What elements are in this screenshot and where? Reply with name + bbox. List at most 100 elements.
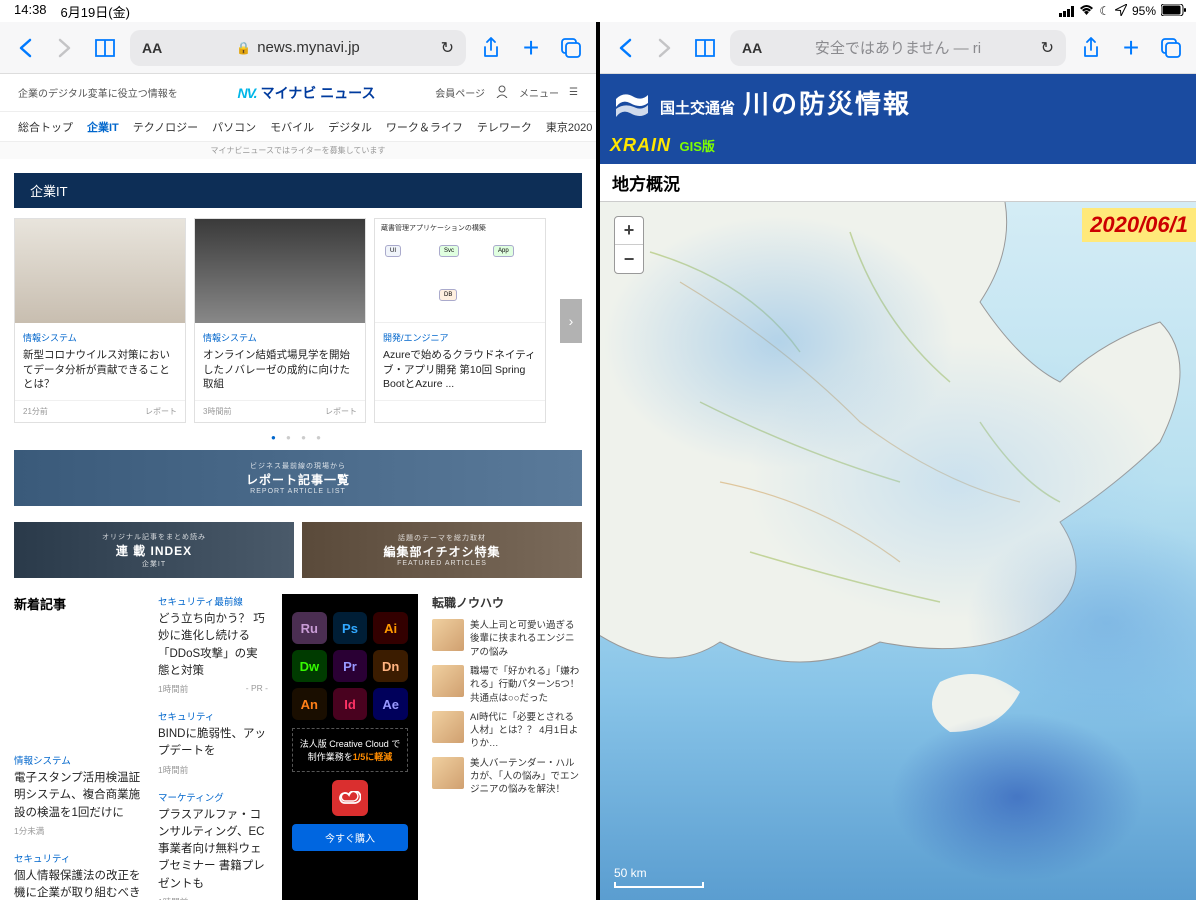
tabs-button[interactable] bbox=[556, 33, 586, 63]
app-icon-ai: Ai bbox=[373, 612, 408, 644]
back-button[interactable] bbox=[610, 33, 640, 63]
logo-mark: NV. bbox=[238, 85, 257, 101]
logo-text: マイナビ ニュース bbox=[261, 83, 376, 103]
sidebar-article[interactable]: 職場で「好かれる」「嫌われる」行動パターン5つ！ 共通点は○○だった bbox=[432, 665, 582, 705]
article-item[interactable]: 情報システム電子スタンプ活用検温証明システム、複合商業施設の検温を1回だけに1分… bbox=[14, 753, 144, 837]
tab-モバイル[interactable]: モバイル bbox=[270, 119, 314, 135]
carousel-next-button[interactable]: › bbox=[560, 299, 582, 343]
sidebar-header: 転職ノウハウ bbox=[432, 594, 582, 611]
zoom-controls: + − bbox=[614, 216, 644, 274]
user-icon[interactable] bbox=[495, 84, 509, 101]
tab-デジタル[interactable]: デジタル bbox=[328, 119, 372, 135]
status-date: 6月19日(金) bbox=[61, 2, 130, 21]
app-icon-ae: Ae bbox=[373, 688, 408, 720]
menu-link[interactable]: メニュー bbox=[519, 85, 559, 100]
featured-card[interactable]: 蔵書管理アプリケーションの構築UISvcAppDB開発/エンジニアAzureで始… bbox=[374, 218, 546, 423]
weather-map[interactable]: + − 2020/06/1 50 km bbox=[600, 202, 1196, 900]
reload-button[interactable]: ↻ bbox=[1041, 38, 1054, 58]
bookmarks-button[interactable] bbox=[690, 33, 720, 63]
tab-テクノロジー[interactable]: テクノロジー bbox=[133, 119, 198, 135]
share-button[interactable] bbox=[476, 33, 506, 63]
recruit-note: マイナビニュースではライターを募集しています bbox=[0, 142, 596, 159]
section-header: 企業IT bbox=[14, 173, 582, 208]
article-item[interactable]: マーケティングプラスアルファ・コンサルティング、EC事業者向け無料ウェブセミナー… bbox=[158, 790, 268, 900]
app-icon-id: Id bbox=[333, 688, 368, 720]
ministry-label: 国土交通省 bbox=[660, 97, 735, 118]
app-icon-dw: Dw bbox=[292, 650, 327, 682]
wave-icon bbox=[614, 85, 650, 121]
promo-featured[interactable]: 話題のテーマを総力取材 編集部イチオシ特集 FEATURED ARTICLES bbox=[302, 522, 582, 578]
app-icon-pr: Pr bbox=[333, 650, 368, 682]
url-text: 安全ではありません — ri bbox=[815, 37, 981, 58]
wifi-icon bbox=[1079, 4, 1094, 18]
tab-テレワーク[interactable]: テレワーク bbox=[477, 119, 532, 135]
tab-企業IT[interactable]: 企業IT bbox=[87, 119, 119, 135]
address-bar[interactable]: AA 🔒 news.mynavi.jp ↻ bbox=[130, 30, 466, 66]
rain-overlay bbox=[600, 202, 1196, 900]
tab-総合トップ[interactable]: 総合トップ bbox=[18, 119, 73, 135]
left-pane: AA 🔒 news.mynavi.jp ↻ + 企業のデジタル変革に役立つ情報を… bbox=[0, 22, 600, 900]
article-item[interactable]: セキュリティBINDに脆弱性、アップデートを1時間前 bbox=[158, 709, 268, 776]
forward-button[interactable] bbox=[650, 33, 680, 63]
bookmarks-button[interactable] bbox=[90, 33, 120, 63]
site-header: 企業のデジタル変革に役立つ情報を NV. マイナビ ニュース 会員ページ メニュ… bbox=[0, 74, 596, 112]
carousel-dots[interactable]: ● ● ● ● bbox=[0, 433, 596, 442]
forward-button[interactable] bbox=[50, 33, 80, 63]
tab-パソコン[interactable]: パソコン bbox=[212, 119, 256, 135]
back-button[interactable] bbox=[10, 33, 40, 63]
app-icon-dn: Dn bbox=[373, 650, 408, 682]
new-tab-button[interactable]: + bbox=[516, 33, 546, 63]
url-text: news.mynavi.jp bbox=[257, 39, 360, 56]
sidebar-article[interactable]: 美人上司と可愛い過ぎる後輩に挟まれるエンジニアの悩み bbox=[432, 619, 582, 659]
hamburger-icon[interactable]: ☰ bbox=[569, 87, 578, 98]
reader-button[interactable]: AA bbox=[742, 40, 762, 56]
featured-card[interactable]: 情報システム新型コロナウイルス対策においてデータ分析が貢献できることとは？21分… bbox=[14, 218, 186, 423]
battery-icon bbox=[1161, 4, 1186, 19]
ad-cta-button[interactable]: 今すぐ購入 bbox=[292, 824, 408, 851]
site-tagline: 企業のデジタル変革に役立つ情報を bbox=[18, 85, 178, 100]
site-title: 川の防災情報 bbox=[743, 84, 911, 121]
lock-icon: 🔒 bbox=[236, 41, 251, 55]
app-icon-an: An bbox=[292, 688, 327, 720]
new-articles-header: 新着記事 bbox=[14, 594, 144, 613]
sidebar-article[interactable]: 美人バーテンダー・ハルカが、「人の悩み」でエンジニアの悩みを解決！ bbox=[432, 757, 582, 797]
tabs-button[interactable] bbox=[1156, 33, 1186, 63]
tab-東京2020[interactable]: 東京2020 bbox=[546, 119, 592, 135]
region-header: 地方概況 bbox=[600, 164, 1196, 202]
river-header: 国土交通省 川の防災情報 bbox=[600, 74, 1196, 131]
member-link[interactable]: 会員ページ bbox=[435, 85, 485, 100]
promo-index[interactable]: オリジナル記事をまとめ読み 連 載 INDEX 企業IT bbox=[14, 522, 294, 578]
zoom-in-button[interactable]: + bbox=[615, 217, 643, 245]
ad-copy: 法人版 Creative Cloud で 制作業務を1/5に軽減 bbox=[292, 728, 408, 772]
reload-button[interactable]: ↻ bbox=[441, 38, 454, 58]
article-item[interactable]: セキュリティ最前線どう立ち向かう？ 巧妙に進化し続ける「DDoS攻撃」の実態と対… bbox=[158, 594, 268, 695]
app-icon-ps: Ps bbox=[333, 612, 368, 644]
status-bar: 14:38 6月19日(金) ☾ 95% bbox=[0, 0, 1200, 22]
adobe-ad[interactable]: RuPsAi DwPrDn AnIdAe 法人版 Creative Cloud で … bbox=[282, 594, 418, 900]
gis-label: GIS版 bbox=[679, 139, 714, 154]
cellular-icon bbox=[1059, 6, 1074, 17]
safari-toolbar-left: AA 🔒 news.mynavi.jp ↻ + bbox=[0, 22, 596, 74]
sidebar-article[interactable]: AI時代に「必要とされる人材」とは？？ 4月1日よりか… bbox=[432, 711, 582, 751]
zoom-out-button[interactable]: − bbox=[615, 245, 643, 273]
moon-icon: ☾ bbox=[1099, 4, 1110, 18]
map-timestamp: 2020/06/1 bbox=[1082, 208, 1196, 242]
site-logo[interactable]: NV. マイナビ ニュース bbox=[238, 83, 376, 103]
status-time: 14:38 bbox=[14, 2, 47, 21]
scale-bar: 50 km bbox=[614, 866, 704, 888]
featured-carousel: 情報システム新型コロナウイルス対策においてデータ分析が貢献できることとは？21分… bbox=[0, 208, 596, 433]
safari-toolbar-right: AA 安全ではありません — ri ↻ + bbox=[600, 22, 1196, 74]
article-item[interactable]: セキュリティ個人情報保護法の改正を機に企業が取り組むべきこと14分前 bbox=[14, 851, 144, 900]
share-button[interactable] bbox=[1076, 33, 1106, 63]
battery-percent: 95% bbox=[1132, 4, 1156, 18]
featured-card[interactable]: 情報システムオンライン結婚式場見学を開始したノバレーゼの成約に向けた取組3時間前… bbox=[194, 218, 366, 423]
app-icon-ru: Ru bbox=[292, 612, 327, 644]
reader-button[interactable]: AA bbox=[142, 40, 162, 56]
new-tab-button[interactable]: + bbox=[1116, 33, 1146, 63]
right-pane: AA 安全ではありません — ri ↻ + 国土交通省 川の防災情報 bbox=[600, 22, 1196, 900]
xrain-label: XRAIN bbox=[610, 135, 671, 155]
tab-ワーク＆ライフ[interactable]: ワーク＆ライフ bbox=[386, 119, 463, 135]
promo-reports[interactable]: ビジネス最前線の現場から レポート記事一覧 REPORT ARTICLE LIS… bbox=[14, 450, 582, 506]
address-bar[interactable]: AA 安全ではありません — ri ↻ bbox=[730, 30, 1066, 66]
location-icon bbox=[1115, 4, 1127, 19]
